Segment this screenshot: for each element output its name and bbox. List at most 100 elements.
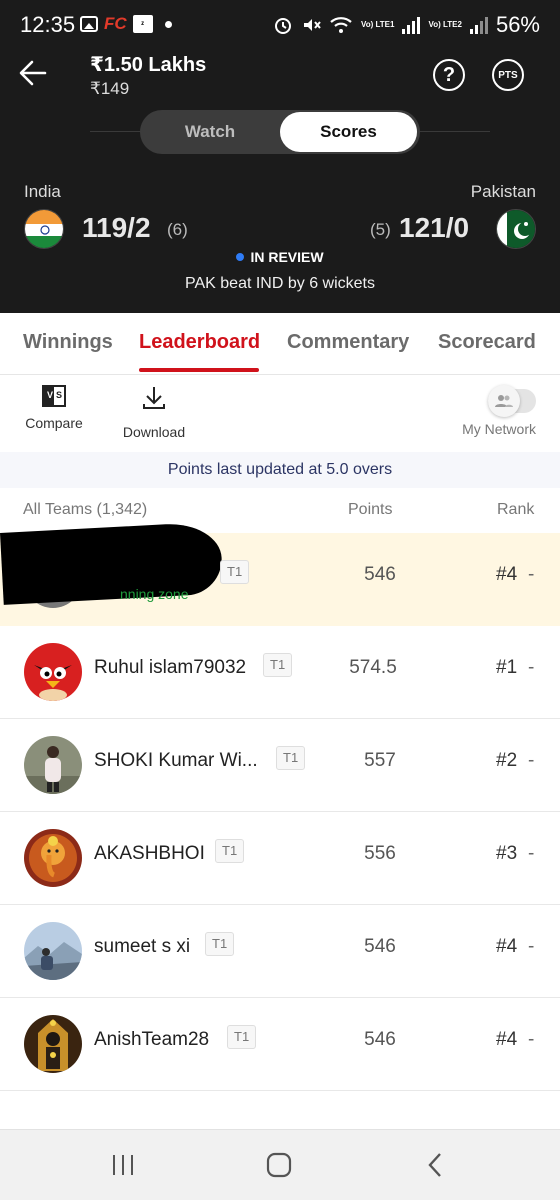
home-button[interactable]	[259, 1148, 299, 1182]
row-rank: #4	[496, 1029, 518, 1050]
help-button[interactable]: ?	[433, 59, 465, 91]
team-badge: T1	[205, 932, 235, 956]
winning-zone-label: nning zone	[120, 586, 189, 602]
row-points: 574.5	[349, 657, 397, 678]
zomato-icon: z	[132, 15, 153, 33]
avatar	[24, 1015, 82, 1073]
signal-2-icon	[469, 16, 488, 34]
status-time: 12:35	[20, 12, 76, 37]
help-icon: ?	[442, 63, 456, 86]
watch-toggle[interactable]: Watch	[140, 110, 280, 154]
row-points: 556	[364, 843, 396, 864]
team-a-score: 119/2	[82, 212, 151, 243]
entry-fee: ₹149	[90, 79, 130, 98]
avatar	[24, 829, 82, 887]
system-icons: Vo) LTE1 Vo) LTE2 56%	[273, 12, 540, 38]
rank-change: -	[528, 936, 535, 957]
leaderboard-row[interactable]: AKASHBHOI T1 556 #3 -	[0, 812, 560, 905]
tab-leaderboard[interactable]: Leaderboard	[139, 331, 260, 354]
row-points: 546	[364, 564, 396, 585]
team-badge: T1	[215, 839, 245, 863]
leaderboard-header: All Teams (1,342) Points Rank	[0, 496, 560, 526]
tab-commentary[interactable]: Commentary	[287, 331, 409, 354]
match-result: PAK beat IND by 6 wickets	[185, 275, 375, 292]
avatar	[24, 922, 82, 980]
team-name: Ruhul islam79032	[94, 657, 247, 678]
avatar	[24, 643, 82, 701]
back-button[interactable]	[18, 58, 48, 88]
team-b-score: 121/0	[399, 212, 470, 243]
team-name: AKASHBHOI	[94, 843, 205, 864]
active-tab-indicator	[139, 368, 259, 372]
leaderboard-row[interactable]: SHOKI Kumar Wi... T1 557 #2 -	[0, 719, 560, 812]
signal-icon	[402, 16, 421, 34]
team-a-overs: (6)	[167, 220, 188, 239]
points-updated-banner: Points last updated at 5.0 overs	[0, 452, 560, 488]
row-rank: #2	[496, 750, 518, 771]
match-status-text: IN REVIEW	[250, 249, 324, 265]
battery-text: 56%	[495, 12, 540, 37]
team-badge: T1	[227, 1025, 257, 1049]
alarm-icon	[273, 15, 293, 35]
row-points: 546	[364, 936, 396, 957]
rank-change: -	[528, 1029, 535, 1050]
team-badge: T1	[220, 560, 250, 584]
team-b-name: Pakistan	[470, 182, 536, 201]
match-status: IN REVIEW	[0, 249, 560, 265]
team-b-overs: (5)	[370, 220, 391, 239]
rank-change: -	[528, 564, 535, 585]
compare-label: Compare	[25, 415, 83, 431]
india-flag-icon	[24, 209, 64, 249]
leaderboard-row-self[interactable]: T1 nning zone 546 #4 -	[0, 521, 560, 626]
back-arrow-icon	[19, 60, 47, 86]
lte2-indicator: Vo) LTE2	[428, 20, 462, 29]
wifi-icon	[329, 15, 353, 35]
match-header: 12:35 FC z Vo) LTE1 Vo) LTE2 56% ₹1.50 L…	[0, 0, 560, 313]
compare-vs-icon: VS	[42, 385, 66, 407]
team-badge: T1	[276, 746, 306, 770]
status-bar: 12:35 FC z Vo) LTE1 Vo) LTE2 56%	[0, 0, 560, 50]
fc-app-icon: FC	[104, 14, 127, 33]
leaderboard-row[interactable]: Ruhul islam79032 T1 574.5 #1 -	[0, 626, 560, 719]
chevron-left-icon	[428, 1153, 441, 1177]
recent-apps-button[interactable]	[103, 1148, 143, 1182]
leaderboard-row[interactable]: AnishTeam28 T1 546 #4 -	[0, 998, 560, 1091]
team-name: sumeet s xi	[94, 936, 191, 957]
scores-toggle[interactable]: Scores	[280, 112, 417, 152]
points-system-button[interactable]: PTS	[492, 59, 524, 91]
team-badge: T1	[263, 653, 293, 677]
pakistan-flag-icon	[496, 209, 536, 249]
leaderboard-row[interactable]: sumeet s xi T1 546 #4 -	[0, 905, 560, 998]
notification-icons: FC z	[80, 14, 172, 34]
all-teams-count: All Teams (1,342)	[23, 501, 148, 518]
pts-icon: PTS	[498, 69, 518, 81]
row-rank: #1	[496, 657, 518, 678]
recent-apps-icon	[113, 1155, 133, 1175]
my-network-label: My Network	[462, 421, 536, 437]
row-rank: #3	[496, 843, 518, 864]
contest-tabs: Winnings Leaderboard Commentary Scorecar…	[0, 313, 560, 375]
row-rank: #4	[496, 564, 518, 585]
mute-icon	[301, 15, 321, 35]
more-notifications-icon	[164, 20, 172, 28]
tab-winnings[interactable]: Winnings	[23, 331, 113, 354]
points-column-header: Points	[348, 501, 393, 518]
download-button[interactable]: Download	[116, 385, 192, 440]
download-label: Download	[122, 424, 186, 440]
rank-change: -	[528, 657, 535, 678]
avatar	[24, 736, 82, 794]
contest-prize: ₹1.50 Lakhs	[90, 54, 207, 76]
system-back-button[interactable]	[415, 1148, 455, 1182]
rank-change: -	[528, 843, 535, 864]
row-rank: #4	[496, 936, 518, 957]
network-people-icon	[488, 385, 520, 417]
row-points: 557	[364, 750, 396, 771]
download-icon	[143, 387, 165, 409]
row-points: 546	[364, 1029, 396, 1050]
rank-column-header: Rank	[497, 501, 535, 518]
my-network-toggle[interactable]	[488, 385, 536, 417]
rank-change: -	[528, 750, 535, 771]
team-name: AnishTeam28	[94, 1029, 210, 1050]
tab-scorecard[interactable]: Scorecard	[438, 331, 536, 354]
compare-button[interactable]: VS Compare	[20, 385, 88, 431]
